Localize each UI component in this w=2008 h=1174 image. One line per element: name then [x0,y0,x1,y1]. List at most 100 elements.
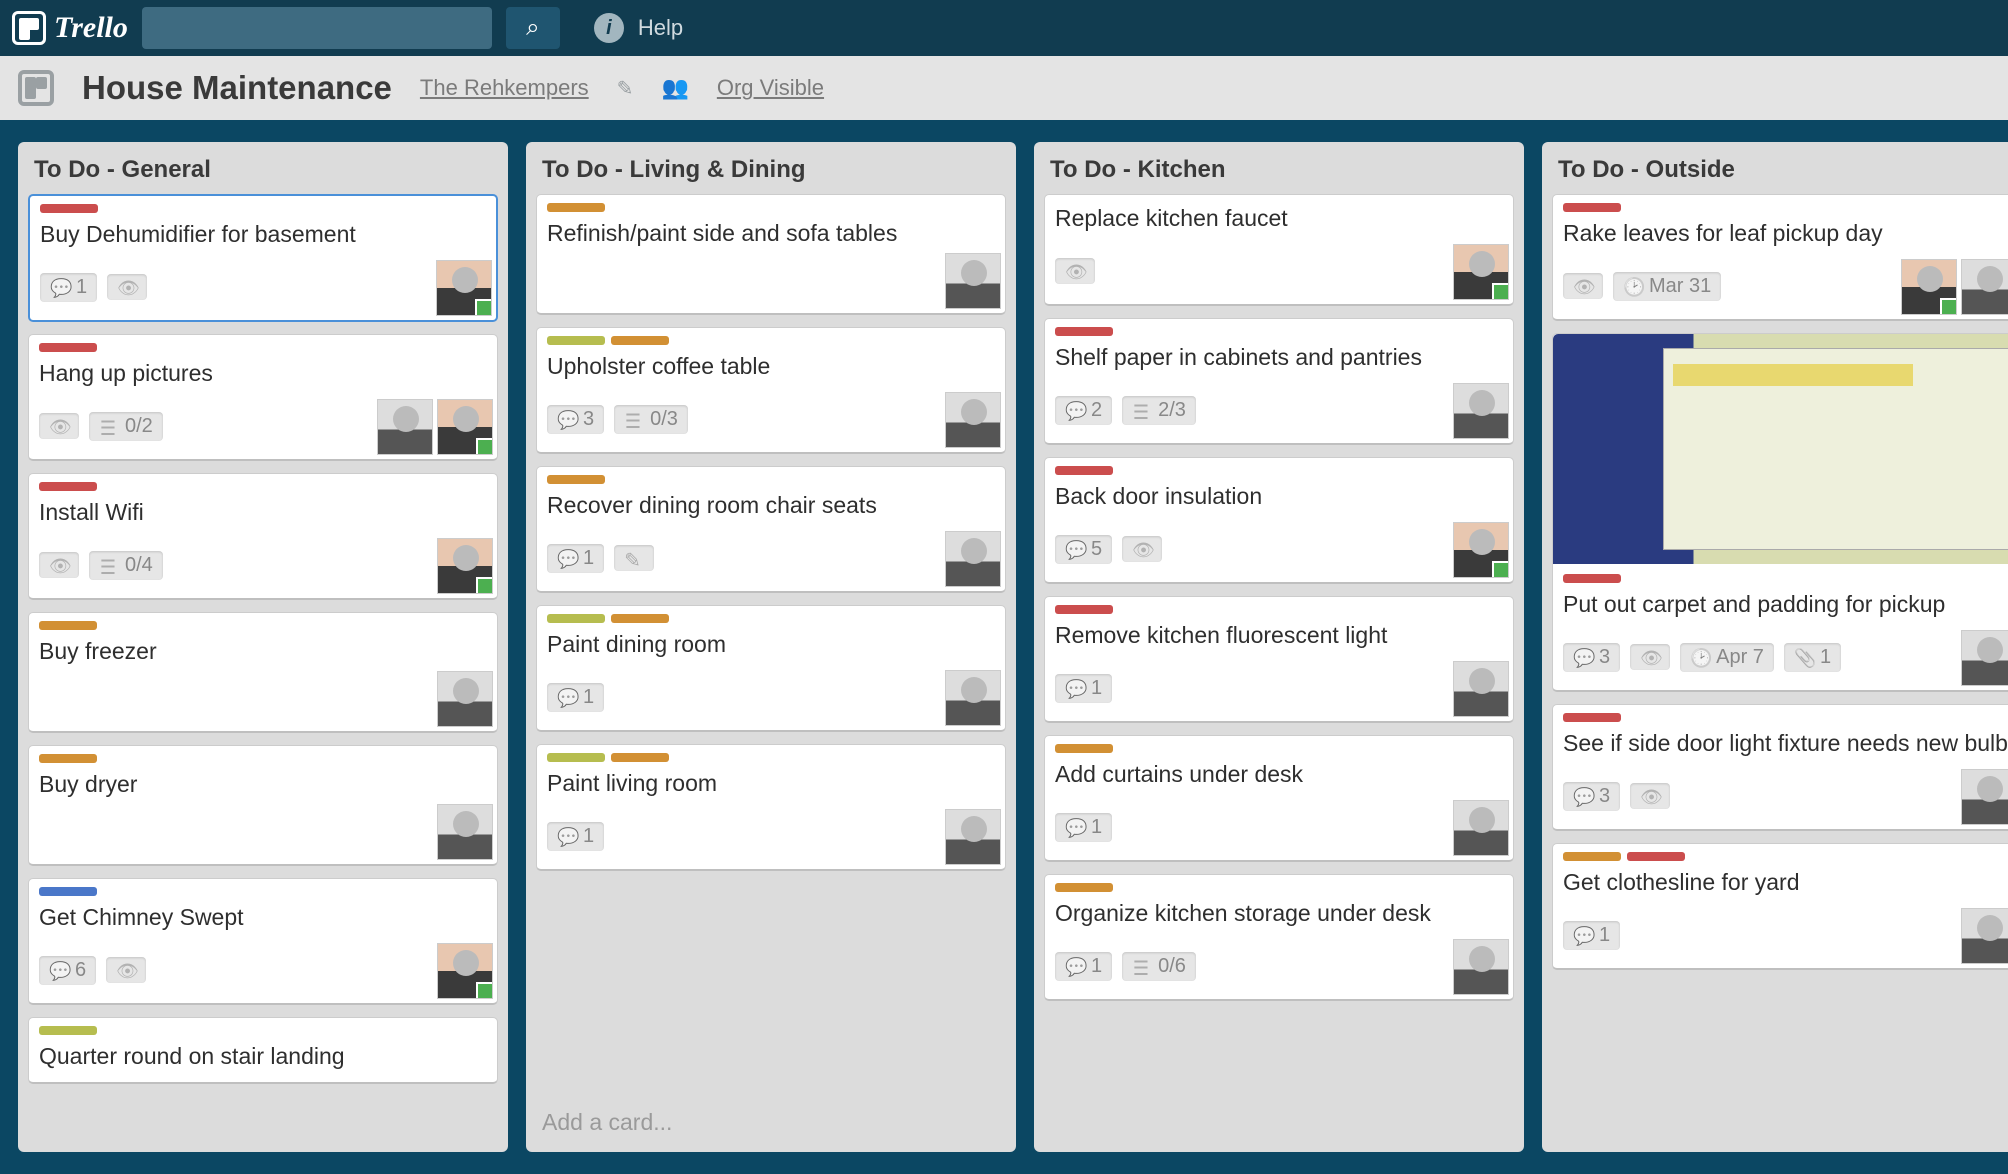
avatar[interactable] [1453,244,1509,300]
card-badges: 10/6 [1055,939,1503,993]
card[interactable]: Quarter round on stair landing [28,1017,498,1084]
list-cards: Rake leaves for leaf pickup dayMar 31Put… [1542,194,2008,1152]
watch-badge-icon [1640,786,1660,806]
card[interactable]: Paint dining room 1 [536,605,1006,732]
card[interactable]: Paint living room1 [536,744,1006,871]
avatar[interactable] [1961,908,2008,964]
checklist-badge: 2/3 [1122,396,1196,425]
label-orange [611,753,669,762]
card-labels [547,753,995,762]
board-title[interactable]: House Maintenance [82,69,392,107]
card[interactable]: Install Wifi 0/4 [28,473,498,600]
list-title[interactable]: To Do - Living & Dining [526,142,1016,194]
checklist-badge: 0/2 [89,412,163,441]
comment-badge: 3 [1563,643,1620,672]
app-header: Trello ⌕ i Help [0,0,2008,56]
card[interactable]: Buy Dehumidifier for basement1 [28,194,498,322]
watch-badge [1630,644,1670,670]
comment-badge-icon [1065,400,1085,420]
avatar[interactable] [436,260,492,316]
pencil-icon[interactable]: ✎ [617,76,634,101]
avatar[interactable] [945,531,1001,587]
list-title[interactable]: To Do - General [18,142,508,194]
avatar[interactable] [437,399,493,455]
comment-badge-text: 1 [1091,677,1102,700]
comment-badge: 2 [1055,396,1112,425]
avatar[interactable] [1961,630,2008,686]
avatar[interactable] [945,392,1001,448]
checklist-badge-icon [99,555,119,575]
avatar[interactable] [945,809,1001,865]
card-badges: 30/3 [547,392,995,446]
comment-badge-icon [557,826,577,846]
watch-badge-icon [1132,539,1152,559]
avatar[interactable] [1453,939,1509,995]
card[interactable]: Buy freezer [28,612,498,733]
comment-badge-text: 1 [1599,924,1610,947]
card[interactable]: Back door insulation5 [1044,457,1514,584]
card-title: See if side door light fixture needs new… [1563,728,2008,763]
card[interactable]: Buy dryer [28,745,498,866]
comment-badge-icon [49,960,69,980]
avatar[interactable] [437,804,493,860]
avatar[interactable] [437,671,493,727]
card-title: Remove kitchen fluorescent light [1055,620,1503,655]
card-labels [547,336,995,345]
avatar[interactable] [437,943,493,999]
card-badges: 5 [1055,522,1503,576]
board-org-link[interactable]: The Rehkempers [420,75,589,101]
info-button[interactable]: i [594,13,624,43]
checklist-badge-text: 0/4 [125,554,153,577]
card[interactable]: Hang up pictures 0/2 [28,334,498,461]
checklist-badge: 0/6 [1122,952,1196,981]
avatar[interactable] [1453,383,1509,439]
avatar[interactable] [1961,259,2008,315]
card[interactable]: Shelf paper in cabinets and pantries22/3 [1044,318,1514,445]
avatar[interactable] [1453,800,1509,856]
list-title[interactable]: To Do - Outside [1542,142,2008,194]
card[interactable]: Get clothesline for yard1 [1552,843,2008,970]
card[interactable]: Recover dining room chair seats1 [536,466,1006,593]
comment-badge: 1 [1055,674,1112,703]
avatar[interactable] [945,253,1001,309]
card-title: Paint dining room [547,629,995,664]
avatar[interactable] [1453,661,1509,717]
card[interactable]: Upholster coffee table30/3 [536,327,1006,454]
avatar[interactable] [1901,259,1957,315]
search-input[interactable] [142,7,492,49]
card[interactable]: Refinish/paint side and sofa tables [536,194,1006,315]
watch-badge-icon [1573,276,1593,296]
avatar[interactable] [1453,522,1509,578]
comment-badge-text: 3 [1599,785,1610,808]
card-badges: 1 [547,670,995,724]
label-orange [1563,852,1621,861]
label-red [39,343,97,352]
card-labels [1055,327,1503,336]
card[interactable]: Put out carpet and padding for pickup3Ap… [1552,333,2008,692]
card[interactable]: Add curtains under desk1 [1044,735,1514,862]
avatar[interactable] [945,670,1001,726]
avatar[interactable] [377,399,433,455]
card[interactable]: Remove kitchen fluorescent light 1 [1044,596,1514,723]
card-title: Install Wifi [39,497,487,532]
card[interactable]: See if side door light fixture needs new… [1552,704,2008,831]
card-labels [1563,713,2008,722]
avatar[interactable] [1961,769,2008,825]
search-button[interactable]: ⌕ [506,7,560,49]
card[interactable]: Organize kitchen storage under desk10/6 [1044,874,1514,1001]
card-title: Hang up pictures [39,358,487,393]
trello-logo[interactable]: Trello [12,11,128,45]
checklist-badge: 0/3 [614,405,688,434]
list-title[interactable]: To Do - Kitchen [1034,142,1524,194]
add-card-link[interactable]: Add a card... [526,1099,1016,1152]
comment-badge: 1 [547,544,604,573]
card[interactable]: Replace kitchen faucet [1044,194,1514,306]
visibility-link[interactable]: Org Visible [717,75,824,101]
avatar[interactable] [437,538,493,594]
watch-badge [106,957,146,983]
board-icon[interactable] [18,70,54,106]
card-members [1961,908,2008,964]
card[interactable]: Get Chimney Swept6 [28,878,498,1005]
card[interactable]: Rake leaves for leaf pickup dayMar 31 [1552,194,2008,321]
help-link[interactable]: Help [638,15,683,41]
